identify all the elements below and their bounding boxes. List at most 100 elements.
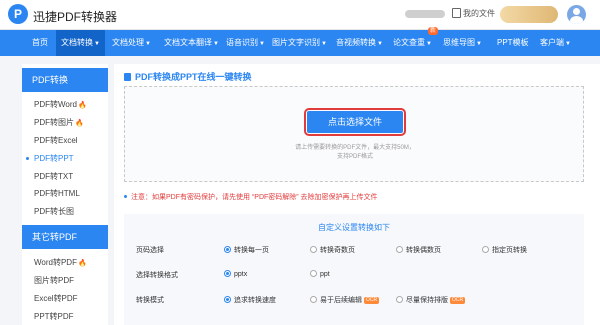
sidebar-item-pdf-to-image[interactable]: PDF转图片🔥	[22, 114, 108, 131]
main-nav: 首页 文档转换▼ 文档处理▼ 文档文本翻译▼ 语音识别▼ 图片文字识别▼ 音视频…	[0, 30, 600, 56]
chevron-down-icon: ▼	[213, 41, 219, 47]
nav-item-plagiarism[interactable]: 论文查重▼	[393, 30, 432, 56]
option-label: pptx	[234, 271, 248, 278]
select-file-button[interactable]: 点击选择文件	[304, 108, 406, 136]
sidebar: PDF转换 PDF转Word🔥 PDF转图片🔥 PDF转Excel PDF转PP…	[22, 64, 108, 325]
chevron-down-icon: ▼	[259, 41, 265, 47]
nav-item-home[interactable]: 首页	[32, 30, 49, 56]
vip-button[interactable]	[500, 6, 558, 23]
radio-icon	[310, 270, 317, 277]
option-label: 易于后续编辑	[320, 297, 362, 304]
option-even-pages[interactable]: 转换偶数页	[396, 245, 441, 255]
sidebar-item-label: Word转PDF	[34, 258, 77, 267]
option-speed-priority[interactable]: 追求转换速度	[224, 295, 276, 305]
chevron-down-icon: ▼	[377, 41, 383, 47]
chevron-down-icon: ▼	[94, 41, 100, 47]
sidebar-item-excel-to-pdf[interactable]: Excel转PDF	[22, 290, 108, 307]
sidebar-item-pdf-to-txt[interactable]: PDF转TXT	[22, 168, 108, 185]
radio-icon	[310, 296, 317, 303]
radio-icon	[396, 246, 403, 253]
password-notice: 注意：如果PDF有密码保护，请先使用 “PDF密码解除” 去除加密保护再上传文件	[124, 192, 378, 202]
option-pptx[interactable]: pptx	[224, 270, 247, 278]
page-title: PDF转换成PPT在线一键转换	[124, 70, 252, 83]
hot-icon: 🔥	[75, 120, 84, 127]
sidebar-item-label: PPT转PDF	[34, 312, 74, 321]
nav-item-mindmap[interactable]: 思维导图▼	[443, 30, 482, 56]
file-dropzone[interactable]: 点击选择文件 请上传需要转换的PDF文件，最大支持50M， 支持PDF格式	[124, 86, 584, 182]
option-every-page[interactable]: 转换每一页	[224, 245, 269, 255]
nav-label: 音视频转换	[336, 38, 376, 47]
radio-icon	[482, 246, 489, 253]
account-info[interactable]	[405, 10, 445, 18]
mode-select-label: 转换模式	[136, 297, 164, 304]
radio-icon	[224, 296, 231, 303]
option-label: 转换奇数页	[320, 247, 355, 254]
option-label: ppt	[320, 271, 330, 278]
nav-label: 首页	[32, 38, 48, 47]
my-files-label: 我的文件	[463, 9, 495, 18]
nav-label: 文档文本翻译	[164, 38, 212, 47]
nav-label: 文档处理	[112, 38, 144, 47]
sidebar-item-pdf-to-long-image[interactable]: PDF转长图	[22, 203, 108, 220]
sidebar-item-label: PDF转Excel	[34, 136, 78, 145]
sidebar-item-label: Excel转PDF	[34, 294, 78, 303]
user-avatar[interactable]	[567, 5, 586, 24]
radio-icon	[224, 246, 231, 253]
sidebar-item-label: PDF转TXT	[34, 172, 74, 181]
page-title-text: PDF转换成PPT在线一键转换	[135, 72, 252, 82]
option-label: 指定页转换	[492, 247, 527, 254]
nav-item-speech[interactable]: 语音识别▼	[226, 30, 265, 56]
sidebar-item-word-to-pdf[interactable]: Word转PDF🔥	[22, 254, 108, 271]
main-panel: PDF转换成PPT在线一键转换 点击选择文件 请上传需要转换的PDF文件，最大支…	[114, 64, 600, 325]
app-logo-icon: P	[8, 4, 28, 24]
sidebar-item-pdf-to-word[interactable]: PDF转Word🔥	[22, 96, 108, 113]
option-specified-pages[interactable]: 指定页转换	[482, 245, 527, 255]
sidebar-header-other-to-pdf[interactable]: 其它转PDF	[22, 225, 108, 249]
option-label: 追求转换速度	[234, 297, 276, 304]
nav-item-ppt-template[interactable]: PPT模板	[497, 30, 530, 56]
file-icon	[452, 8, 461, 18]
chevron-down-icon: ▼	[426, 41, 432, 47]
nav-label: 文档转换	[61, 38, 93, 47]
option-ppt[interactable]: ppt	[310, 270, 330, 278]
page-select-label: 页码选择	[136, 247, 164, 254]
sidebar-item-label: PDF转Word	[34, 100, 77, 109]
nav-item-translate[interactable]: 文档文本翻译▼	[164, 30, 219, 56]
option-odd-pages[interactable]: 转换奇数页	[310, 245, 355, 255]
bullet-icon	[124, 195, 127, 198]
notice-text: 注意：如果PDF有密码保护，请先使用 “PDF密码解除” 去除加密保护再上传文件	[131, 194, 378, 201]
sidebar-item-label: PDF转图片	[34, 118, 74, 127]
nav-item-client[interactable]: 客户端▼	[540, 30, 571, 56]
nav-label: 思维导图	[443, 38, 475, 47]
nav-label: PPT模板	[497, 38, 529, 47]
my-files-link[interactable]: 我的文件	[452, 8, 495, 20]
option-label: 转换偶数页	[406, 247, 441, 254]
title-bar: P 迅捷PDF转换器 我的文件	[0, 0, 600, 30]
nav-label: 客户端	[540, 38, 564, 47]
format-select-label: 选择转换格式	[136, 272, 178, 279]
sidebar-item-ppt-to-pdf[interactable]: PPT转PDF	[22, 308, 108, 325]
hot-icon: 🔥	[77, 260, 87, 267]
sidebar-item-pdf-to-html[interactable]: PDF转HTML	[22, 185, 108, 202]
radio-icon	[224, 270, 231, 277]
option-easy-edit[interactable]: 易于后续编辑 OCR	[310, 295, 380, 305]
sidebar-item-label: PDF转HTML	[34, 189, 80, 198]
settings-title: 自定义设置转换如下	[318, 223, 390, 232]
upload-hint-line1: 请上传需要转换的PDF文件，最大支持50M，	[295, 145, 415, 151]
chevron-down-icon: ▼	[145, 41, 151, 47]
sidebar-header-pdf-convert[interactable]: PDF转换	[22, 68, 108, 92]
chevron-down-icon: ▼	[476, 41, 482, 47]
nav-label: 图片文字识别	[272, 38, 320, 47]
sidebar-item-pdf-to-ppt[interactable]: PDF转PPT	[22, 150, 108, 167]
option-keep-layout[interactable]: 尽量保持排版 OCR	[396, 295, 466, 305]
document-icon	[124, 73, 131, 81]
radio-icon	[310, 246, 317, 253]
sidebar-item-pdf-to-excel[interactable]: PDF转Excel	[22, 132, 108, 149]
sidebar-item-image-to-pdf[interactable]: 图片转PDF	[22, 272, 108, 289]
nav-item-doc-process[interactable]: 文档处理▼	[112, 30, 151, 56]
nav-item-av-convert[interactable]: 音视频转换▼	[336, 30, 383, 56]
settings-panel: 自定义设置转换如下 页码选择 转换每一页 转换奇数页 转换偶数页 指定页转换 选…	[124, 214, 584, 325]
nav-item-ocr[interactable]: 图片文字识别▼	[272, 30, 327, 56]
nav-item-doc-convert[interactable]: 文档转换▼	[56, 30, 105, 56]
nav-label: 论文查重	[393, 38, 425, 47]
